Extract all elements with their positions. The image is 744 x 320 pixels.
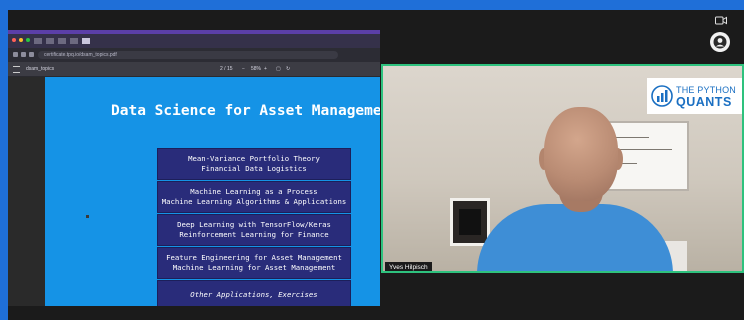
browser-tab-bar [8,30,380,48]
avatar-icon [713,35,727,49]
maximize-window-button[interactable] [26,38,30,42]
avatar-button[interactable] [710,32,730,52]
minimize-window-button[interactable] [19,38,23,42]
tab-bar-accent [8,30,380,34]
topic-box: Deep Learning with TensorFlow/Keras Rein… [157,214,351,246]
browser-tab[interactable] [34,38,42,44]
python-quants-logo: THE PYTHON QUANTS [647,78,742,114]
camera-icon [715,16,727,24]
reload-icon[interactable] [29,52,34,57]
topic-line: Other Applications, Exercises [190,290,318,299]
page-indicator[interactable]: 2 / 15 [220,65,233,73]
picture-frame [450,198,490,246]
pdf-filename: dsam_topics [26,66,55,72]
address-bar: certificate.tpq.io/dsam_topics.pdf [8,48,380,62]
logo-line2: QUANTS [676,95,732,109]
participant-name: Yves Hilpisch [385,262,432,271]
browser-tab-active[interactable] [82,38,90,44]
topic-line: Machine Learning as a Process [190,187,318,196]
browser-tab[interactable] [70,38,78,44]
close-window-button[interactable] [12,38,16,42]
window-controls [12,38,30,42]
topic-box: Feature Engineering for Asset Management… [157,247,351,279]
topic-box: Other Applications, Exercises [157,280,351,306]
board-line [617,149,672,150]
fit-page-icon[interactable]: ▢ [276,65,281,73]
topic-line: Machine Learning Algorithms & Applicatio… [161,197,347,206]
pdf-toolbar: dsam_topics 2 / 15 − 58% + ▢ ↻ [8,62,380,77]
browser-tab[interactable] [58,38,66,44]
person-torso [477,204,673,271]
topic-line: Financial Data Logistics [201,164,307,173]
topic-line: Mean-Variance Portfolio Theory [188,154,320,163]
topic-box: Machine Learning as a Process Machine Le… [157,181,351,213]
topic-line: Machine Learning for Asset Management [172,263,336,272]
zoom-level[interactable]: 58% [251,65,261,73]
browser-tab[interactable] [46,38,54,44]
person-head [544,107,618,201]
picture [459,209,481,235]
topic-line: Deep Learning with TensorFlow/Keras [177,220,331,229]
logo-chart-icon [651,85,673,107]
camera-button[interactable] [709,12,733,28]
zoom-out-icon[interactable]: − [242,65,245,73]
participant-video-tile[interactable]: THE PYTHON QUANTS Yves Hilpisch [381,64,744,273]
topic-box: Mean-Variance Portfolio Theory Financial… [157,148,351,180]
forward-icon[interactable] [21,52,26,57]
meeting-window: certificate.tpq.io/dsam_topics.pdf dsam_… [8,10,744,320]
mouse-pointer [86,215,89,218]
topic-line: Feature Engineering for Asset Management [166,253,342,262]
zoom-in-icon[interactable]: + [264,65,267,73]
slide-title: Data Science for Asset Management [111,103,380,119]
rotate-icon[interactable]: ↻ [286,65,290,73]
shared-screen: certificate.tpq.io/dsam_topics.pdf dsam_… [8,30,380,306]
pdf-slide: Data Science for Asset Management Mean-V… [45,77,380,306]
menu-icon[interactable] [13,66,20,73]
url-text: certificate.tpq.io/dsam_topics.pdf [44,52,117,58]
back-icon[interactable] [13,52,18,57]
topic-line: Reinforcement Learning for Finance [179,230,329,239]
